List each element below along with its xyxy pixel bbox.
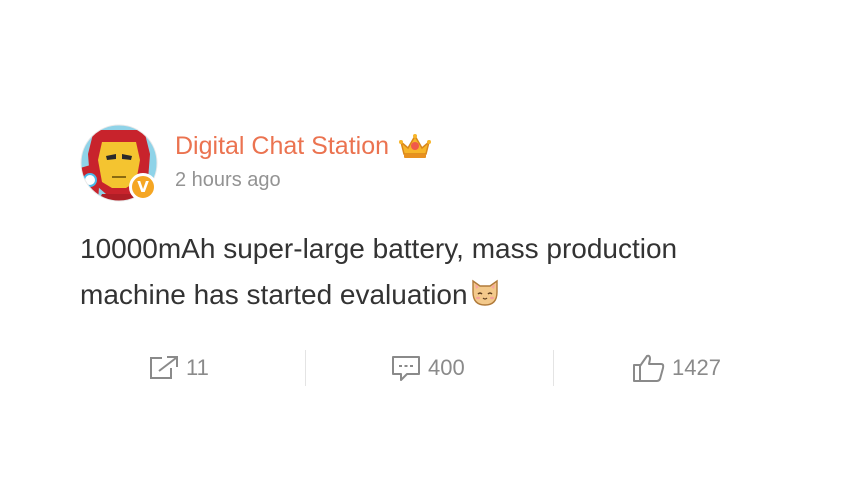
post-text-line: machine has started evaluation	[80, 279, 468, 310]
action-divider	[305, 350, 306, 386]
cat-emoji-icon	[471, 279, 498, 306]
repost-icon	[150, 356, 178, 379]
verified-badge: V	[129, 173, 157, 201]
action-divider	[553, 350, 554, 386]
comment-icon	[392, 356, 420, 381]
repost-button[interactable]: 11	[148, 340, 209, 396]
post-timestamp: 2 hours ago	[175, 169, 281, 191]
comment-count: 400	[428, 355, 465, 380]
comment-button[interactable]: 400	[390, 340, 465, 396]
username[interactable]: Digital Chat Station	[175, 132, 389, 161]
like-button[interactable]: 1427	[632, 340, 721, 396]
post-actions: 11 400 1427	[60, 340, 800, 396]
repost-count: 11	[186, 355, 209, 380]
like-count: 1427	[672, 355, 721, 380]
author-row: Digital Chat Station	[175, 130, 433, 162]
post-text-line: 10000mAh super-large battery, mass produ…	[80, 233, 678, 264]
crown-icon[interactable]	[397, 132, 433, 160]
post-text-line-with-emoji: machine has started evaluation	[80, 272, 780, 318]
post-body: 10000mAh super-large battery, mass produ…	[80, 226, 780, 318]
thumbs-up-icon	[633, 354, 665, 382]
weibo-post: V Digital Chat Station 2 hours ago 10000…	[0, 0, 860, 491]
